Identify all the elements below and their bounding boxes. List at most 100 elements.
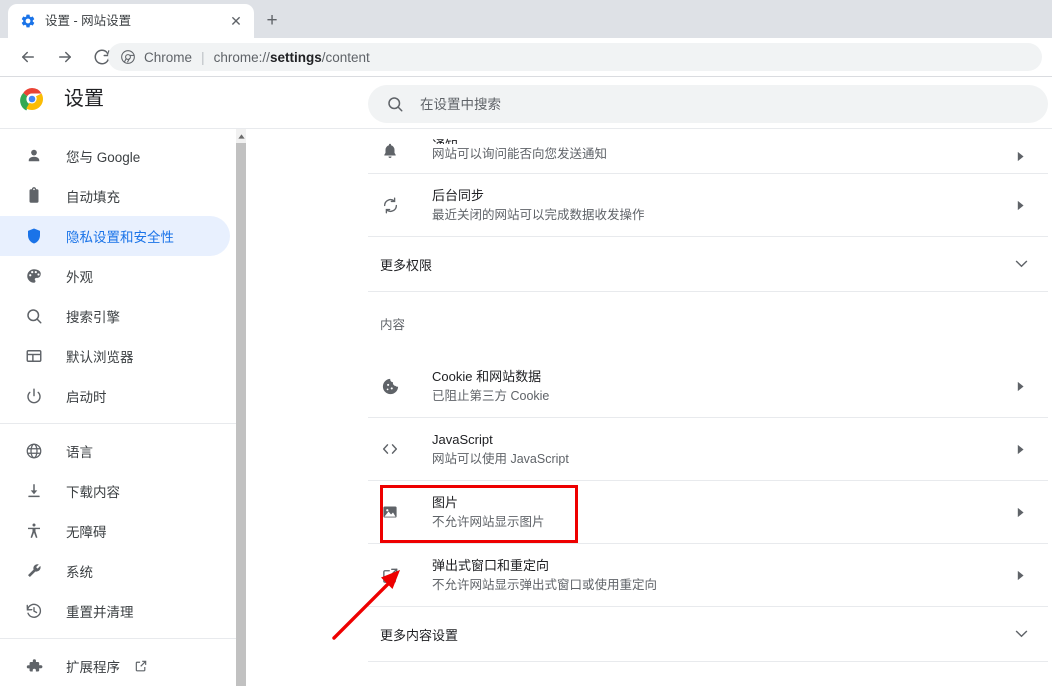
- sidebar-item-label: 扩展程序: [66, 656, 120, 676]
- setting-row-subtitle: 最近关闭的网站可以完成数据收发操作: [432, 206, 1012, 225]
- sidebar-item-languages[interactable]: 语言: [0, 431, 230, 471]
- setting-row-background-sync[interactable]: 后台同步 最近关闭的网站可以完成数据收发操作: [368, 174, 1048, 237]
- expander-label: 更多内容设置: [380, 625, 1015, 644]
- setting-row-subtitle: 网站可以使用 JavaScript: [432, 450, 1012, 469]
- setting-row-notifications[interactable]: 通知 网站可以询问能否向您发送通知: [368, 129, 1048, 174]
- browser-tab[interactable]: 设置 - 网站设置 ✕: [8, 4, 254, 38]
- sidebar-item-label: 自动填充: [66, 186, 120, 206]
- sidebar-scrollbar-thumb[interactable]: [236, 143, 246, 686]
- browser-toolbar: Chrome | chrome://settings/content: [0, 38, 1052, 76]
- sidebar-item-appearance[interactable]: 外观: [0, 256, 230, 296]
- sidebar-item-privacy-and-security[interactable]: 隐私设置和安全性: [0, 216, 230, 256]
- tab-strip: 设置 - 网站设置 ✕ +: [0, 0, 1052, 38]
- sidebar-item-system[interactable]: 系统: [0, 551, 230, 591]
- image-icon: [380, 502, 400, 522]
- setting-row-javascript[interactable]: JavaScript 网站可以使用 JavaScript: [368, 418, 1048, 481]
- settings-content: 通知 网站可以询问能否向您发送通知 后台同步 最近关闭的网站可以完成数据收发操作: [247, 129, 1052, 686]
- search-icon: [24, 306, 44, 326]
- address-bar[interactable]: Chrome | chrome://settings/content: [108, 43, 1042, 71]
- puzzle-icon: [24, 656, 44, 676]
- wrench-icon: [24, 561, 44, 581]
- sidebar-item-label: 隐私设置和安全性: [66, 226, 174, 246]
- setting-row-title: 后台同步: [432, 186, 1012, 205]
- setting-row-subtitle: 不允许网站显示弹出式窗口或使用重定向: [432, 576, 1012, 595]
- setting-row-title: JavaScript: [432, 430, 1012, 449]
- sidebar-item-label: 外观: [66, 266, 93, 286]
- setting-row-cookies[interactable]: Cookie 和网站数据 已阻止第三方 Cookie: [368, 355, 1048, 418]
- sidebar-item-label: 默认浏览器: [66, 346, 134, 366]
- scroll-up-icon[interactable]: [236, 129, 246, 143]
- chrome-logo-icon: [20, 87, 44, 111]
- sidebar-item-label: 启动时: [66, 386, 107, 406]
- sidebar-item-autofill[interactable]: 自动填充: [0, 176, 230, 216]
- chrome-logo-icon: [120, 49, 136, 65]
- setting-row-text: Cookie 和网站数据 已阻止第三方 Cookie: [432, 367, 1012, 406]
- omnibox-separator: |: [201, 49, 205, 65]
- omnibox-url: chrome://settings/content: [214, 50, 370, 65]
- setting-row-subtitle: 网站可以询问能否向您发送通知: [432, 145, 1012, 164]
- setting-row-title: 通知: [432, 136, 1012, 144]
- expander-more-permissions[interactable]: 更多权限: [368, 237, 1048, 292]
- back-icon[interactable]: [14, 43, 42, 71]
- sidebar-item-default-browser[interactable]: 默认浏览器: [0, 336, 230, 376]
- sidebar-item-reset-and-cleanup[interactable]: 重置并清理: [0, 591, 230, 631]
- person-icon: [24, 146, 44, 166]
- external-link-icon: [134, 659, 148, 673]
- sidebar-item-downloads[interactable]: 下载内容: [0, 471, 230, 511]
- sidebar-item-label: 下载内容: [66, 481, 120, 501]
- settings-search-box[interactable]: [368, 85, 1048, 123]
- url-suffix: /content: [322, 50, 370, 65]
- chevron-right-icon[interactable]: [1012, 148, 1028, 164]
- sidebar-item-label: 搜索引擎: [66, 306, 120, 326]
- sidebar-group-primary: 您与 Google 自动填充 隐私设置和安全性 外观: [0, 129, 236, 416]
- setting-row-subtitle: 已阻止第三方 Cookie: [432, 387, 1012, 406]
- chevron-right-icon[interactable]: [1012, 567, 1028, 583]
- sidebar-item-on-startup[interactable]: 启动时: [0, 376, 230, 416]
- chevron-right-icon[interactable]: [1012, 197, 1028, 213]
- gear-icon: [20, 13, 36, 29]
- expander-more-content-settings[interactable]: 更多内容设置: [368, 607, 1048, 662]
- history-restore-icon: [24, 601, 44, 621]
- chevron-down-icon[interactable]: [1015, 255, 1028, 273]
- sidebar-group-advanced: 语言 下载内容 无障碍 系统: [0, 424, 236, 631]
- security-chip-label: Chrome: [144, 50, 192, 65]
- cookie-icon: [380, 376, 400, 396]
- page-title: 设置: [64, 87, 104, 111]
- globe-icon: [24, 441, 44, 461]
- sidebar-item-search-engine[interactable]: 搜索引擎: [0, 296, 230, 336]
- chevron-right-icon[interactable]: [1012, 441, 1028, 457]
- accessibility-icon: [24, 521, 44, 541]
- setting-row-title: 图片: [432, 493, 1012, 512]
- clipboard-icon: [24, 186, 44, 206]
- url-bold-segment: settings: [270, 50, 322, 65]
- setting-row-text: 通知 网站可以询问能否向您发送通知: [432, 136, 1012, 164]
- chevron-right-icon[interactable]: [1012, 378, 1028, 394]
- setting-row-images[interactable]: 图片 不允许网站显示图片: [368, 481, 1048, 544]
- sidebar-item-label: 重置并清理: [66, 601, 134, 621]
- new-tab-button[interactable]: +: [258, 7, 286, 35]
- palette-icon: [24, 266, 44, 286]
- chevron-down-icon[interactable]: [1015, 625, 1028, 643]
- download-icon: [24, 481, 44, 501]
- sidebar-item-you-and-google[interactable]: 您与 Google: [0, 136, 230, 176]
- setting-row-subtitle: 不允许网站显示图片: [432, 513, 1012, 532]
- close-icon[interactable]: ✕: [226, 11, 246, 31]
- power-icon: [24, 386, 44, 406]
- sidebar-item-label: 您与 Google: [66, 146, 140, 166]
- search-input[interactable]: [420, 85, 1030, 123]
- sidebar-item-label: 系统: [66, 561, 93, 581]
- sidebar-item-label: 无障碍: [66, 521, 107, 541]
- setting-row-text: 图片 不允许网站显示图片: [432, 493, 1012, 532]
- site-settings-card: 通知 网站可以询问能否向您发送通知 后台同步 最近关闭的网站可以完成数据收发操作: [368, 129, 1048, 662]
- shield-icon: [24, 226, 44, 246]
- sidebar-group-extensions: 扩展程序: [0, 639, 236, 686]
- code-brackets-icon: [380, 439, 400, 459]
- setting-row-title: Cookie 和网站数据: [432, 367, 1012, 386]
- sidebar-item-extensions[interactable]: 扩展程序: [0, 646, 230, 686]
- setting-row-text: 弹出式窗口和重定向 不允许网站显示弹出式窗口或使用重定向: [432, 556, 1012, 595]
- sidebar-item-accessibility[interactable]: 无障碍: [0, 511, 230, 551]
- chevron-right-icon[interactable]: [1012, 504, 1028, 520]
- setting-row-popups-and-redirects[interactable]: 弹出式窗口和重定向 不允许网站显示弹出式窗口或使用重定向: [368, 544, 1048, 607]
- browser-window: 设置 - 网站设置 ✕ + Chrome | chrome://settings…: [0, 0, 1052, 686]
- forward-icon[interactable]: [51, 43, 79, 71]
